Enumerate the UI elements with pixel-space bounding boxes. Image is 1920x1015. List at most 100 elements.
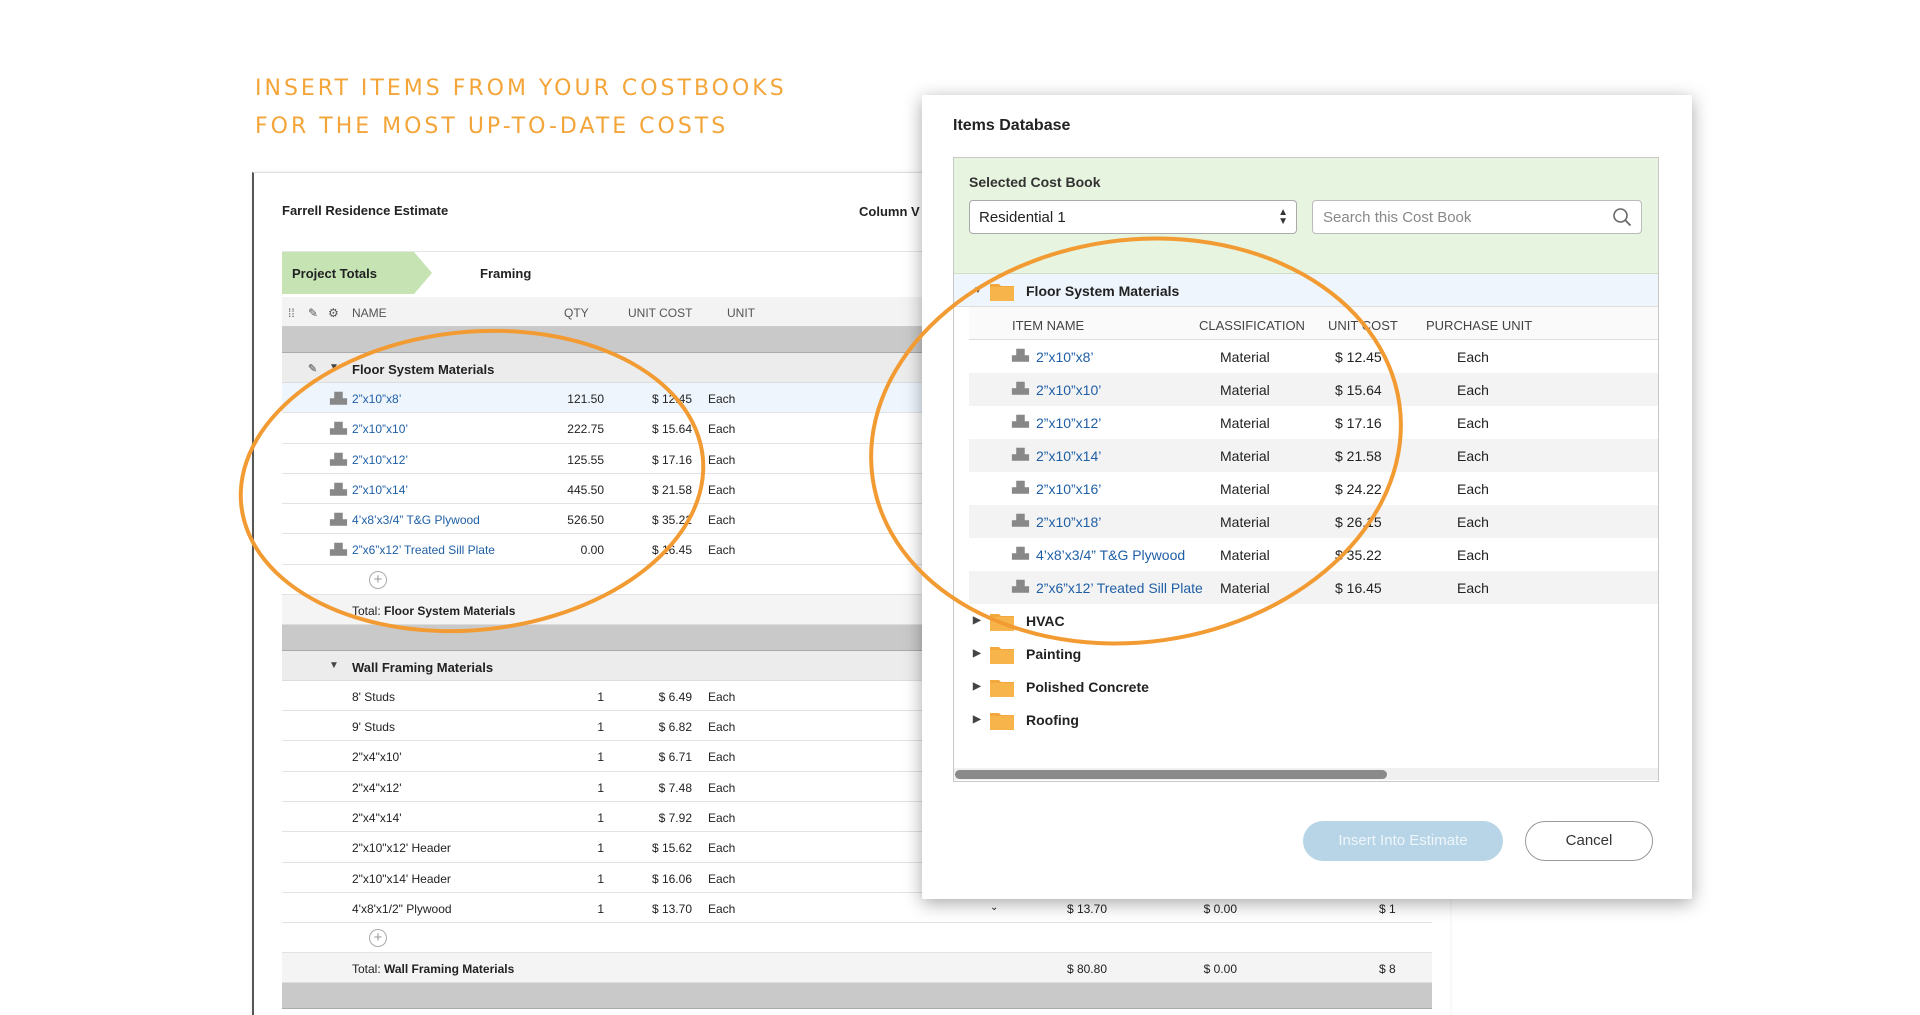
- item-name[interactable]: 2"x4"x14': [352, 811, 402, 825]
- item-name[interactable]: 2”x10”x8’: [352, 392, 401, 406]
- item-name[interactable]: 2”x10”x8’: [1036, 349, 1094, 365]
- note-icon[interactable]: ✎: [308, 362, 317, 375]
- folder-icon: [990, 680, 1014, 697]
- item-name[interactable]: 9' Studs: [352, 720, 395, 734]
- list-item[interactable]: ▟▙ 2”x10”x16’ Material $ 24.22 Each: [969, 472, 1658, 505]
- expand-icon[interactable]: ▶: [973, 714, 981, 725]
- column-header-unit-cost[interactable]: UNIT COST: [1328, 318, 1398, 333]
- note-icon[interactable]: ✎: [308, 306, 318, 320]
- collapse-icon[interactable]: ▼: [329, 660, 339, 671]
- item-unit: Each: [708, 720, 736, 735]
- item-name[interactable]: 4’x8’x3/4” T&G Plywood: [352, 513, 480, 527]
- dialog-title: Items Database: [953, 117, 1071, 134]
- insert-into-estimate-button[interactable]: Insert Into Estimate: [1303, 821, 1503, 861]
- list-item[interactable]: ▟▙ 2”x10”x18’ Material $ 26.15 Each: [969, 505, 1658, 538]
- item-unit-cost: $ 6.49: [658, 689, 692, 704]
- item-name[interactable]: 8' Studs: [352, 690, 395, 704]
- group-separator: [282, 983, 1432, 1010]
- item-name[interactable]: 2"x10"x12' Header: [352, 841, 451, 855]
- list-item[interactable]: ▟▙ 2”x10”x14’ Material $ 21.58 Each: [969, 439, 1658, 472]
- item-name[interactable]: 2”x10”x10’: [1036, 382, 1101, 398]
- item-qty[interactable]: 526.50: [522, 513, 604, 527]
- item-qty[interactable]: 1: [522, 690, 604, 704]
- item-name[interactable]: 2”x10”x12’: [1036, 415, 1101, 431]
- folder-hvac[interactable]: ▶ HVAC: [954, 604, 1658, 637]
- column-header-unit-cost[interactable]: UNIT COST: [628, 306, 692, 320]
- item-icon: ▟▙: [1012, 515, 1029, 527]
- item-unit: Each: [708, 452, 736, 467]
- column-header-item-name[interactable]: ITEM NAME: [1012, 318, 1084, 333]
- item-name[interactable]: 2"x10"x14' Header: [352, 872, 451, 886]
- search-placeholder: Search this Cost Book: [1323, 209, 1472, 226]
- cost-book-panel: Selected Cost Book Residential 1 ▲ ▼ Sear…: [953, 157, 1659, 782]
- item-name[interactable]: 2”x10”x16’: [1036, 481, 1101, 497]
- breadcrumb-framing[interactable]: Framing: [480, 266, 531, 281]
- add-row: +: [282, 923, 1432, 954]
- add-icon[interactable]: +: [369, 929, 387, 948]
- item-classification: Material: [1220, 547, 1270, 563]
- item-qty[interactable]: 1: [522, 872, 604, 886]
- item-icon: ▟▙: [330, 514, 347, 527]
- item-name[interactable]: 2”x10”x18’: [1036, 514, 1101, 530]
- horizontal-scrollbar[interactable]: [954, 768, 1658, 780]
- list-item[interactable]: ▟▙ 4’x8’x3/4” T&G Plywood Material $ 35.…: [969, 538, 1658, 571]
- list-item[interactable]: ▟▙ 2”x10”x8’ Material $ 12.45 Each: [969, 340, 1658, 373]
- column-header-qty[interactable]: QTY: [564, 306, 589, 320]
- item-qty[interactable]: 1: [522, 841, 604, 855]
- cost-book-search-input[interactable]: Search this Cost Book: [1312, 200, 1642, 234]
- column-header-unit[interactable]: UNIT: [727, 306, 755, 320]
- item-qty[interactable]: 222.75: [522, 422, 604, 436]
- item-qty[interactable]: 1: [522, 720, 604, 734]
- folder-icon: [990, 713, 1014, 730]
- column-header-purchase-unit[interactable]: PURCHASE UNIT: [1426, 318, 1532, 333]
- folder-painting[interactable]: ▶ Painting: [954, 637, 1658, 670]
- item-name[interactable]: 2”x10”x12’: [352, 453, 408, 467]
- collapse-icon[interactable]: ▼: [973, 285, 983, 296]
- cancel-button[interactable]: Cancel: [1525, 821, 1653, 861]
- expand-icon[interactable]: ▶: [973, 648, 981, 659]
- column-header-classification[interactable]: CLASSIFICATION: [1199, 318, 1305, 333]
- item-classification: Material: [1220, 415, 1270, 431]
- item-name[interactable]: 2”x10”x14’: [1036, 448, 1101, 464]
- folder-roofing[interactable]: ▶ Roofing: [954, 703, 1658, 736]
- item-icon: ▟▙: [330, 423, 347, 436]
- cost-book-select[interactable]: Residential 1 ▲ ▼: [969, 200, 1297, 234]
- item-name[interactable]: 2”x6”x12’ Treated Sill Plate: [1036, 580, 1203, 596]
- search-icon[interactable]: [1612, 207, 1632, 227]
- column-view-label[interactable]: Column V: [859, 204, 920, 219]
- item-qty[interactable]: 1: [522, 750, 604, 764]
- item-name[interactable]: 4'x8'x1/2" Plywood: [352, 902, 452, 916]
- breadcrumb-project-totals[interactable]: Project Totals: [282, 252, 432, 294]
- item-unit-cost: $ 15.64: [651, 422, 692, 437]
- item-name[interactable]: 2”x10”x10’: [352, 422, 408, 436]
- item-name[interactable]: 2"x4"x10': [352, 750, 402, 764]
- item-qty[interactable]: 125.55: [522, 453, 604, 467]
- list-item[interactable]: ▟▙ 2”x6”x12’ Treated Sill Plate Material…: [969, 571, 1658, 604]
- item-qty[interactable]: 1: [522, 902, 604, 916]
- collapse-icon[interactable]: ▼: [329, 362, 339, 373]
- select-arrows-icon: ▲ ▼: [1278, 207, 1288, 227]
- add-icon[interactable]: +: [369, 570, 387, 589]
- item-qty[interactable]: 1: [522, 781, 604, 795]
- folder-polished-concrete[interactable]: ▶ Polished Concrete: [954, 670, 1658, 703]
- item-qty[interactable]: 0.00: [522, 543, 604, 557]
- list-item[interactable]: ▟▙ 2”x10”x12’ Material $ 17.16 Each: [969, 406, 1658, 439]
- column-header-name[interactable]: NAME: [352, 306, 387, 320]
- item-name[interactable]: 4’x8’x3/4” T&G Plywood: [1036, 547, 1185, 563]
- gear-icon[interactable]: ⚙: [328, 306, 339, 320]
- expand-icon[interactable]: ▶: [973, 615, 981, 626]
- expand-icon[interactable]: ▶: [973, 681, 981, 692]
- item-qty[interactable]: 121.50: [522, 392, 604, 406]
- item-unit-cost: $ 12.45: [651, 392, 692, 406]
- list-item[interactable]: ▟▙ 2”x10”x10’ Material $ 15.64 Each: [969, 373, 1658, 406]
- folder-floor-system-materials[interactable]: ▼ Floor System Materials: [954, 274, 1658, 307]
- item-name[interactable]: 2”x10”x14’: [352, 483, 408, 497]
- item-name[interactable]: 2”x6”x12’ Treated Sill Plate: [352, 543, 495, 557]
- item-classification: Material: [1220, 349, 1270, 365]
- chevron-down-icon[interactable]: ⌄: [990, 902, 998, 913]
- item-classification: Material: [1220, 580, 1270, 596]
- item-qty[interactable]: 1: [522, 811, 604, 825]
- item-name[interactable]: 2"x4"x12': [352, 781, 402, 795]
- item-qty[interactable]: 445.50: [522, 483, 604, 497]
- scrollbar-thumb[interactable]: [955, 770, 1387, 779]
